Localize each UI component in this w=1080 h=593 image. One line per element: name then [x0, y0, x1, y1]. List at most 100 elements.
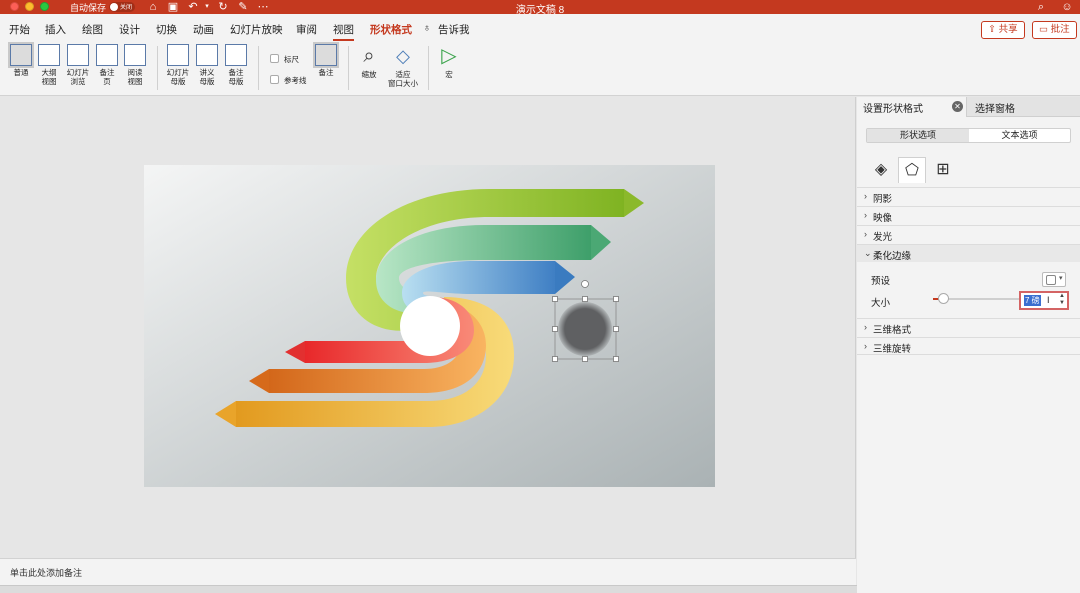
notes-toggle-label: 备注 [318, 68, 334, 77]
notes-icon [313, 42, 339, 68]
sorter-label-2: 浏览 [70, 77, 86, 86]
shape-options-segment[interactable]: 形状选项 [867, 129, 969, 142]
size-input[interactable]: 7 磅 I ▲ ▼ [1019, 291, 1069, 310]
tab-design[interactable]: 设计 [119, 22, 140, 37]
resize-handle[interactable] [582, 356, 588, 362]
text-options-segment[interactable]: 文本选项 [969, 129, 1070, 142]
chevron-right-icon: › [864, 229, 867, 239]
guides-label: 参考线 [284, 76, 307, 85]
tab-insert[interactable]: 插入 [45, 22, 66, 37]
tab-home[interactable]: 开始 [9, 22, 30, 37]
notes-pane[interactable]: 单击此处添加备注 [0, 558, 856, 585]
resize-handle[interactable] [552, 296, 558, 302]
size-slider-handle[interactable] [938, 293, 949, 304]
slide-master-label-2: 母版 [170, 77, 186, 86]
section-shadow-label: 阴影 [873, 194, 893, 205]
tab-review[interactable]: 审阅 [296, 22, 317, 37]
comments-button[interactable]: ▭ 批注 [1032, 21, 1077, 39]
effects-tab[interactable]: ⬠ [898, 157, 926, 183]
tab-view[interactable]: 视图 [333, 22, 354, 41]
notes-master-label-1: 备注 [228, 68, 244, 77]
section-3d-format[interactable]: › 三维格式 [857, 318, 1080, 336]
outline-view-button[interactable]: 大纲 视图 [34, 44, 64, 86]
reading-view-button[interactable]: 阅读 视图 [120, 44, 150, 86]
ruler-checkbox[interactable] [270, 54, 279, 63]
lightbulb-icon: ♁ [423, 22, 431, 34]
notes-page-label-2: 页 [103, 77, 111, 86]
section-reflection[interactable]: › 映像 [857, 206, 1080, 224]
tab-animations[interactable]: 动画 [193, 22, 214, 37]
resize-handle[interactable] [552, 326, 558, 332]
handout-master-button[interactable]: 讲义 母版 [192, 44, 222, 86]
rotate-handle-icon[interactable] [581, 280, 589, 288]
notes-toggle-button[interactable]: 备注 [311, 42, 341, 77]
section-3d-rotation[interactable]: › 三维旋转 [857, 337, 1080, 355]
options-segmented-control: 形状选项 文本选项 [866, 128, 1071, 143]
chevron-right-icon: › [864, 341, 867, 351]
resize-handle[interactable] [613, 326, 619, 332]
section-reflection-label: 映像 [873, 213, 893, 224]
ribbon: 普通 大纲 视图 幻灯片 浏览 备注页 阅读 视图 幻灯片 母版 讲义 母版 备注 母版 标… [0, 42, 1080, 96]
slide-master-icon [167, 44, 189, 66]
size-properties-tab[interactable]: ⊞ [929, 157, 957, 183]
zoom-button[interactable]: ⌕ 缩放 [354, 44, 384, 79]
account-icon[interactable]: ☺ [1060, 0, 1074, 14]
title-bar: 自动保存 关闭 ⌂ ▣ ↶ ▾ ↻ ✎ ⋯ 演示文稿 8 ⌕ ☺ [0, 0, 1080, 16]
share-button[interactable]: ⇪ 共享 [981, 21, 1025, 39]
tab-draw[interactable]: 绘图 [82, 22, 103, 37]
preset-label: 预设 [871, 276, 891, 287]
ribbon-divider [428, 46, 429, 90]
fill-line-tab[interactable]: ◈ [867, 157, 895, 183]
preset-swatch-icon [1046, 275, 1056, 285]
section-soft-edges-label: 柔化边缘 [873, 251, 912, 262]
zoom-label: 缩放 [361, 70, 377, 79]
reading-view-icon [124, 44, 146, 66]
notes-page-button[interactable]: 备注页 [92, 44, 122, 86]
magnifier-icon: ⌕ [363, 45, 375, 67]
tab-shape-format[interactable]: 形状格式 [370, 22, 412, 37]
notes-page-icon [96, 44, 118, 66]
macros-button[interactable]: ▷ 宏 [434, 44, 464, 79]
share-label: 共享 [998, 24, 1018, 35]
resize-handle[interactable] [552, 356, 558, 362]
slide-master-button[interactable]: 幻灯片 母版 [163, 44, 193, 86]
section-glow[interactable]: › 发光 [857, 225, 1080, 243]
section-soft-edges[interactable]: ⌄ 柔化边缘 [857, 244, 1080, 262]
slide-editor[interactable] [0, 97, 856, 558]
center-white-circle[interactable] [400, 296, 460, 356]
normal-view-button[interactable]: 普通 [6, 42, 36, 77]
dropdown-arrow-icon: ▾ [1059, 275, 1063, 282]
stepper-icon[interactable]: ▲ ▼ [1059, 293, 1065, 307]
fit-window-icon: ◇ [396, 46, 410, 66]
notes-master-button[interactable]: 备注 母版 [221, 44, 251, 86]
comments-label: 批注 [1050, 24, 1070, 35]
preset-dropdown[interactable]: ▾ [1042, 272, 1066, 287]
section-3d-format-label: 三维格式 [873, 325, 912, 336]
tab-format-shape[interactable]: 设置形状格式 [863, 100, 923, 115]
size-label: 大小 [871, 298, 891, 309]
resize-handle[interactable] [582, 296, 588, 302]
pentagon-icon: ⬠ [905, 162, 919, 179]
close-pane-icon[interactable]: ✕ [952, 101, 963, 112]
size-value[interactable]: 7 磅 [1024, 295, 1041, 306]
slide-canvas[interactable] [144, 165, 715, 487]
selected-gray-circle[interactable] [558, 302, 612, 356]
tab-transitions[interactable]: 切换 [156, 22, 177, 37]
notes-placeholder[interactable]: 单击此处添加备注 [10, 566, 82, 579]
macros-label: 宏 [445, 70, 453, 79]
search-icon[interactable]: ⌕ [1034, 0, 1048, 14]
tell-me-search[interactable]: 告诉我 [438, 22, 470, 37]
text-cursor-icon: I [1047, 295, 1050, 305]
guides-checkbox[interactable] [270, 75, 279, 84]
fit-label-1: 适应 [395, 70, 411, 79]
tab-selection-pane[interactable]: 选择窗格 [966, 97, 1080, 117]
resize-handle[interactable] [613, 296, 619, 302]
tab-slideshow[interactable]: 幻灯片放映 [230, 22, 283, 37]
fit-window-button[interactable]: ◇ 适应 窗口大小 [386, 44, 420, 88]
notes-master-icon [225, 44, 247, 66]
section-shadow[interactable]: › 阴影 [857, 187, 1080, 205]
slide-sorter-button[interactable]: 幻灯片 浏览 [63, 44, 93, 86]
play-icon: ▷ [441, 45, 457, 67]
ribbon-divider [258, 46, 259, 90]
resize-handle[interactable] [613, 356, 619, 362]
